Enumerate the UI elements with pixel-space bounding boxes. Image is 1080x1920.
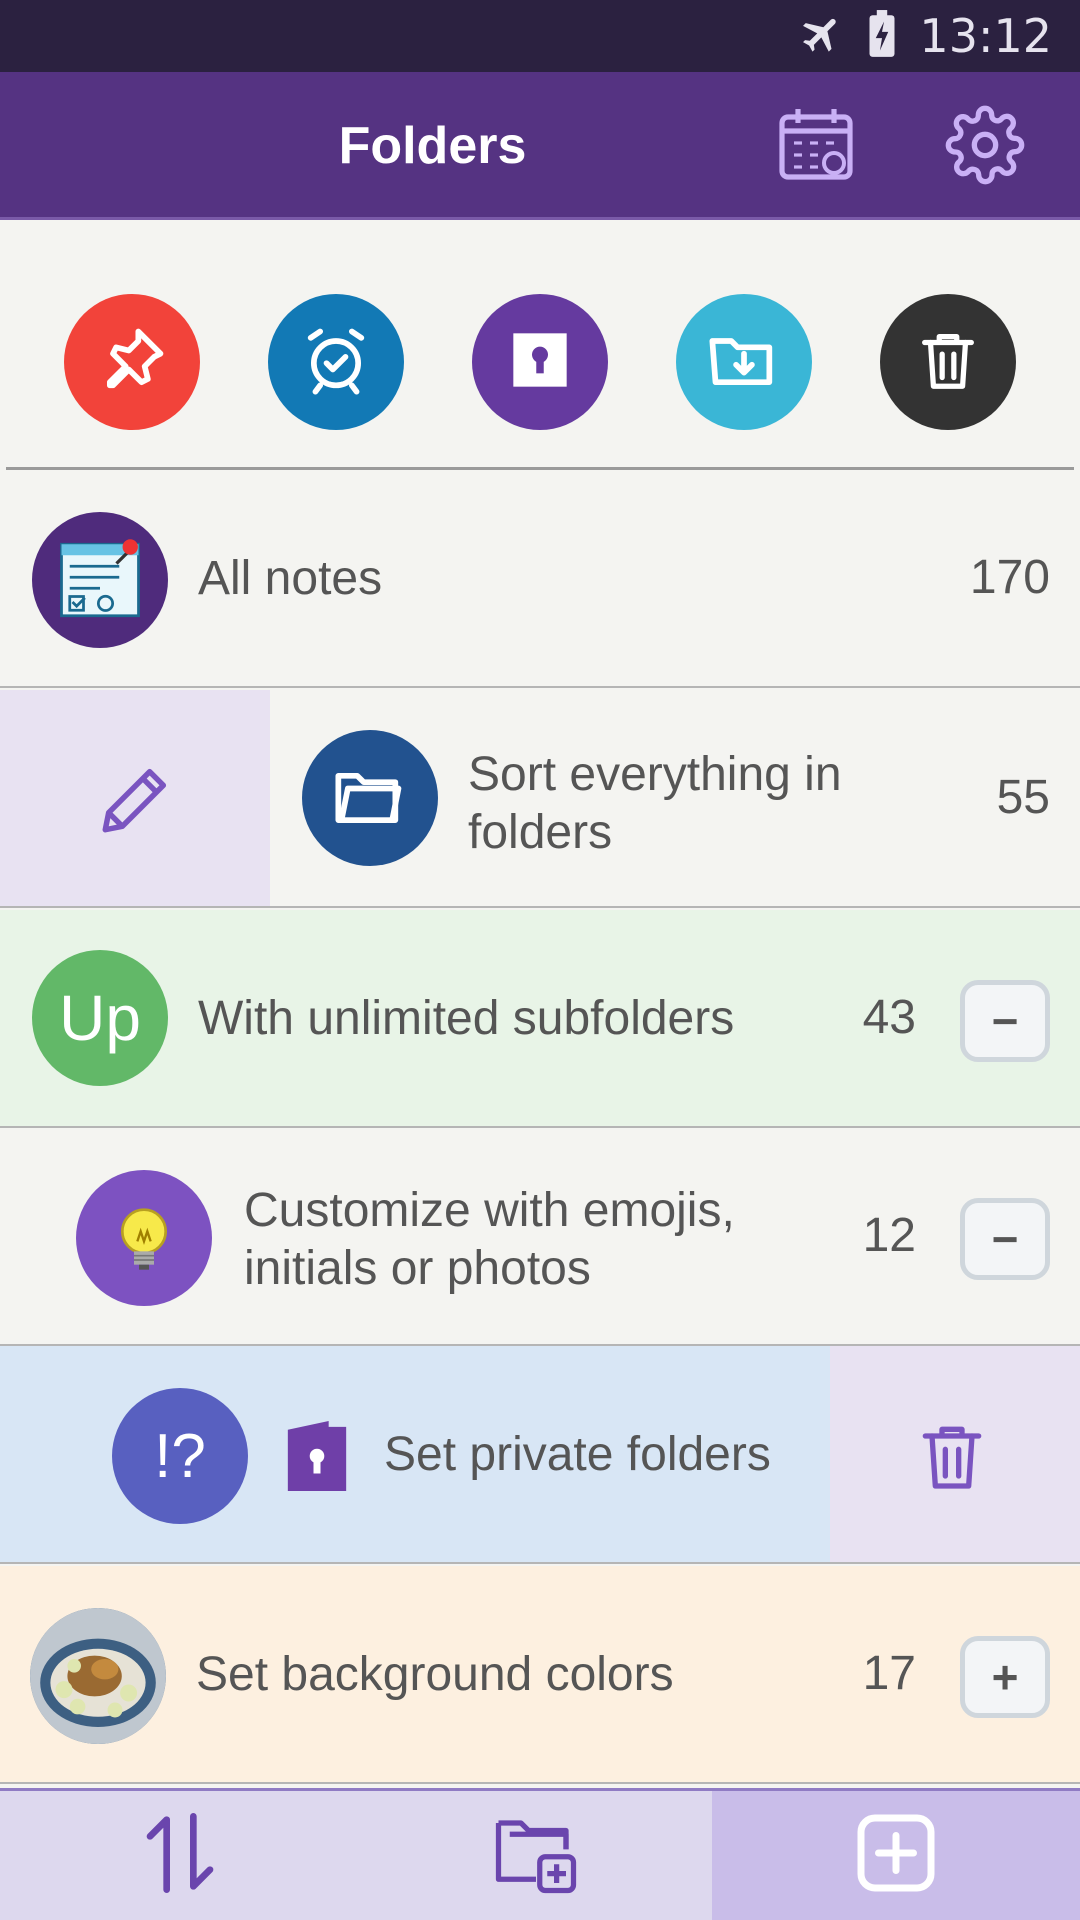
collapse-button[interactable]: −	[960, 980, 1050, 1062]
page-title: Folders	[338, 117, 527, 175]
alarm-clock-icon	[298, 322, 374, 403]
settings-button[interactable]	[940, 102, 1030, 192]
edit-swipe-action[interactable]	[0, 690, 270, 906]
folder-row-background-colors[interactable]: Set background colors 17 +	[0, 1566, 1080, 1784]
initials-avatar: Up	[32, 950, 168, 1086]
airplane-icon	[799, 11, 845, 62]
folder-row-sort-everything[interactable]: Sort everything in folders 55	[0, 690, 1080, 908]
add-icon	[854, 1811, 938, 1900]
battery-charging-icon	[867, 9, 897, 64]
folder-row-customize[interactable]: Customize with emojis, initials or photo…	[0, 1128, 1080, 1346]
quick-filter-row	[0, 223, 1080, 469]
delete-swipe-action[interactable]	[830, 1346, 1080, 1562]
folder-label: All notes	[198, 552, 383, 605]
gear-icon	[945, 105, 1025, 190]
folder-label: Set background colors	[196, 1648, 674, 1701]
initials-avatar: !?	[112, 1388, 248, 1524]
archive-filter-button[interactable]	[676, 294, 812, 430]
folder-label: With unlimited subfolders	[198, 992, 735, 1045]
private-filter-button[interactable]	[472, 294, 608, 430]
new-subfolder-icon	[491, 1808, 581, 1903]
pencil-icon	[95, 758, 177, 845]
note-count: 43	[862, 991, 916, 1044]
new-folder-button[interactable]	[360, 1791, 712, 1920]
calendar-icon	[776, 105, 856, 190]
private-lock-icon	[282, 1418, 352, 1499]
sort-button[interactable]	[0, 1791, 360, 1920]
keyhole-lock-icon	[508, 328, 572, 397]
pinned-filter-button[interactable]	[64, 294, 200, 430]
folder-label: Sort everything in folders	[468, 748, 842, 859]
add-note-button[interactable]	[712, 1791, 1080, 1920]
folder-label: Set private folders	[384, 1428, 771, 1481]
trash-filter-button[interactable]	[880, 294, 1016, 430]
note-count: 12	[862, 1209, 916, 1262]
note-count: 17	[862, 1647, 916, 1700]
expand-button[interactable]: +	[960, 1636, 1050, 1718]
pin-icon	[94, 322, 170, 403]
trash-icon	[912, 1416, 992, 1501]
sort-arrows-icon	[140, 1808, 220, 1903]
app-bar: Folders	[0, 72, 1080, 220]
collapse-button[interactable]: −	[960, 1198, 1050, 1280]
status-bar: 13:12	[0, 0, 1080, 72]
lightbulb-icon	[76, 1170, 212, 1306]
trash-icon	[913, 325, 983, 400]
folder-row-private[interactable]: !? Set private folders	[0, 1346, 1080, 1564]
food-photo-icon	[30, 1608, 166, 1744]
bottom-toolbar	[0, 1788, 1080, 1920]
folder-icon	[302, 730, 438, 866]
notes-icon	[32, 512, 168, 648]
folder-label: Customize with emojis, initials or photo…	[244, 1184, 735, 1295]
folder-download-icon	[706, 322, 782, 403]
reminders-filter-button[interactable]	[268, 294, 404, 430]
note-count: 55	[996, 771, 1050, 824]
clock-time: 13:12	[919, 9, 1052, 63]
calendar-button[interactable]	[771, 102, 861, 192]
note-count: 170	[969, 551, 1050, 604]
folder-row-unlimited-subfolders[interactable]: Up With unlimited subfolders 43 −	[0, 910, 1080, 1128]
folder-row-all-notes[interactable]: All notes 170	[0, 470, 1080, 688]
